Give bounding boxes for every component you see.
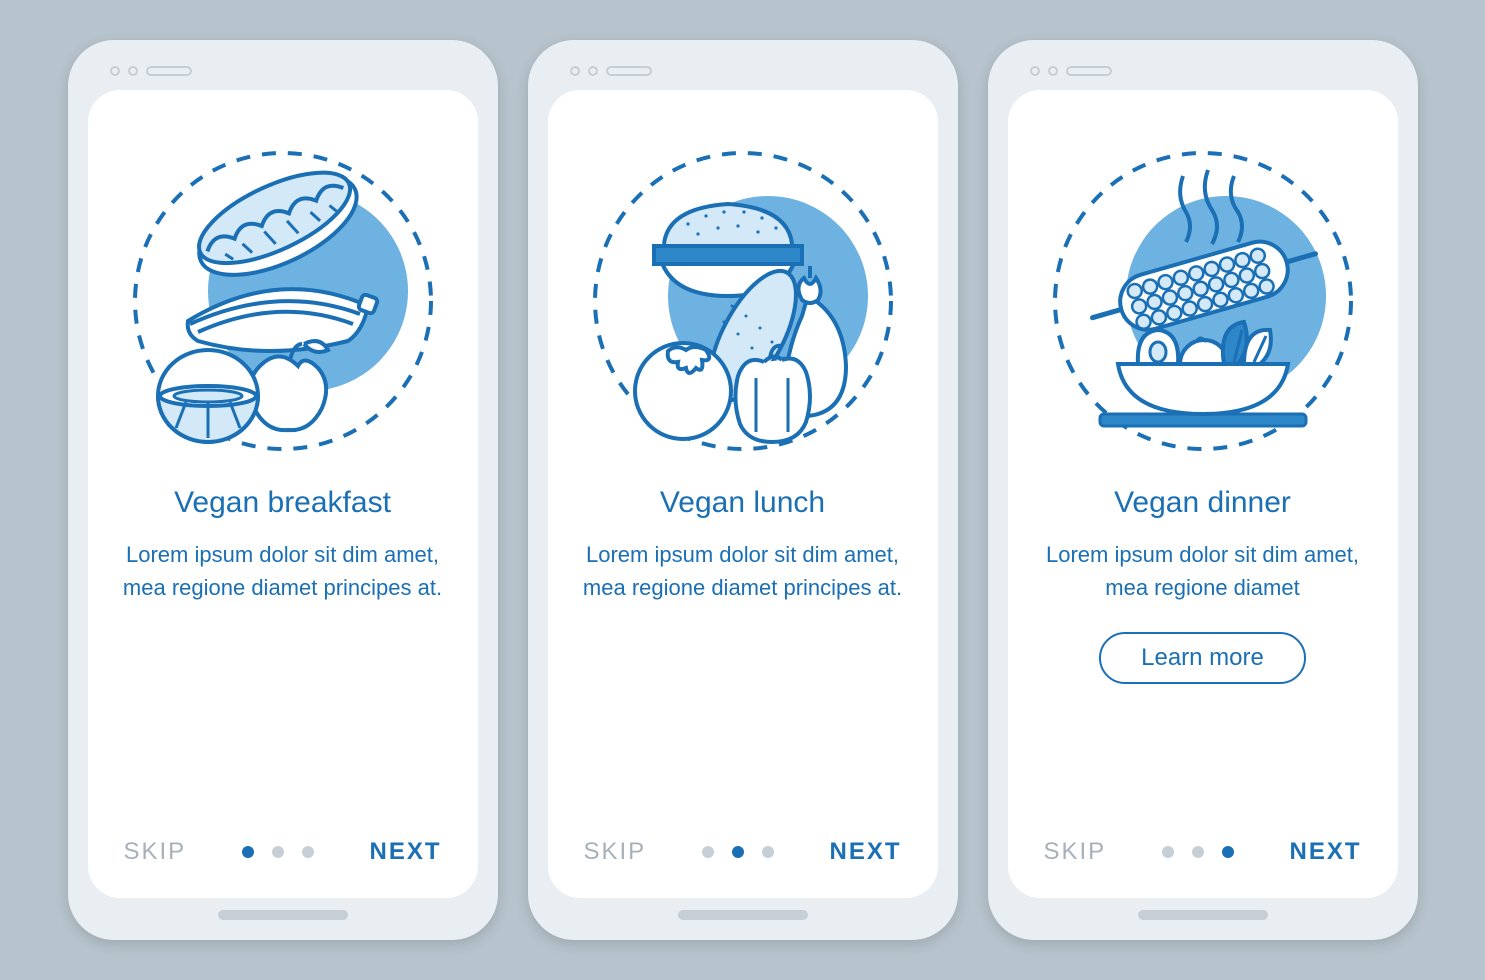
onboarding-screen: Vegan lunch Lorem ipsum dolor sit dim am… [548, 90, 938, 898]
onboarding-description: Lorem ipsum dolor sit dim amet, mea regi… [1043, 538, 1363, 604]
learn-more-button[interactable]: Learn more [1099, 632, 1306, 684]
page-dot-3[interactable] [1222, 846, 1234, 858]
page-dot-2[interactable] [732, 846, 744, 858]
onboarding-description: Lorem ipsum dolor sit dim amet, mea regi… [123, 538, 443, 604]
onboarding-description: Lorem ipsum dolor sit dim amet, mea regi… [583, 538, 903, 604]
onboarding-title: Vegan breakfast [174, 486, 391, 520]
skip-button[interactable]: SKIP [584, 838, 647, 866]
skip-button[interactable]: SKIP [124, 838, 187, 866]
lunch-illustration [588, 146, 898, 456]
dinner-illustration [1048, 146, 1358, 456]
breakfast-illustration [128, 146, 438, 456]
next-button[interactable]: NEXT [369, 838, 441, 866]
onboarding-screen: Vegan dinner Lorem ipsum dolor sit dim a… [1008, 90, 1398, 898]
status-bar [1008, 60, 1398, 90]
page-dot-1[interactable] [242, 846, 254, 858]
status-bar [88, 60, 478, 90]
skip-button[interactable]: SKIP [1044, 838, 1107, 866]
page-dot-1[interactable] [702, 846, 714, 858]
next-button[interactable]: NEXT [1289, 838, 1361, 866]
page-indicator [1162, 846, 1234, 858]
home-indicator [678, 910, 808, 920]
phone-mockup-3: Vegan dinner Lorem ipsum dolor sit dim a… [988, 40, 1418, 940]
home-indicator [218, 910, 348, 920]
page-dot-3[interactable] [302, 846, 314, 858]
next-button[interactable]: NEXT [829, 838, 901, 866]
onboarding-navbar: SKIP NEXT [118, 838, 448, 872]
onboarding-screen: Vegan breakfast Lorem ipsum dolor sit di… [88, 90, 478, 898]
phone-mockup-1: Vegan breakfast Lorem ipsum dolor sit di… [68, 40, 498, 940]
onboarding-title: Vegan lunch [660, 486, 825, 520]
page-indicator [242, 846, 314, 858]
page-dot-3[interactable] [762, 846, 774, 858]
home-indicator [1138, 910, 1268, 920]
page-dot-2[interactable] [1192, 846, 1204, 858]
page-dot-2[interactable] [272, 846, 284, 858]
page-dot-1[interactable] [1162, 846, 1174, 858]
phone-mockup-2: Vegan lunch Lorem ipsum dolor sit dim am… [528, 40, 958, 940]
onboarding-title: Vegan dinner [1114, 486, 1291, 520]
onboarding-navbar: SKIP NEXT [578, 838, 908, 872]
status-bar [548, 60, 938, 90]
onboarding-navbar: SKIP NEXT [1038, 838, 1368, 872]
page-indicator [702, 846, 774, 858]
